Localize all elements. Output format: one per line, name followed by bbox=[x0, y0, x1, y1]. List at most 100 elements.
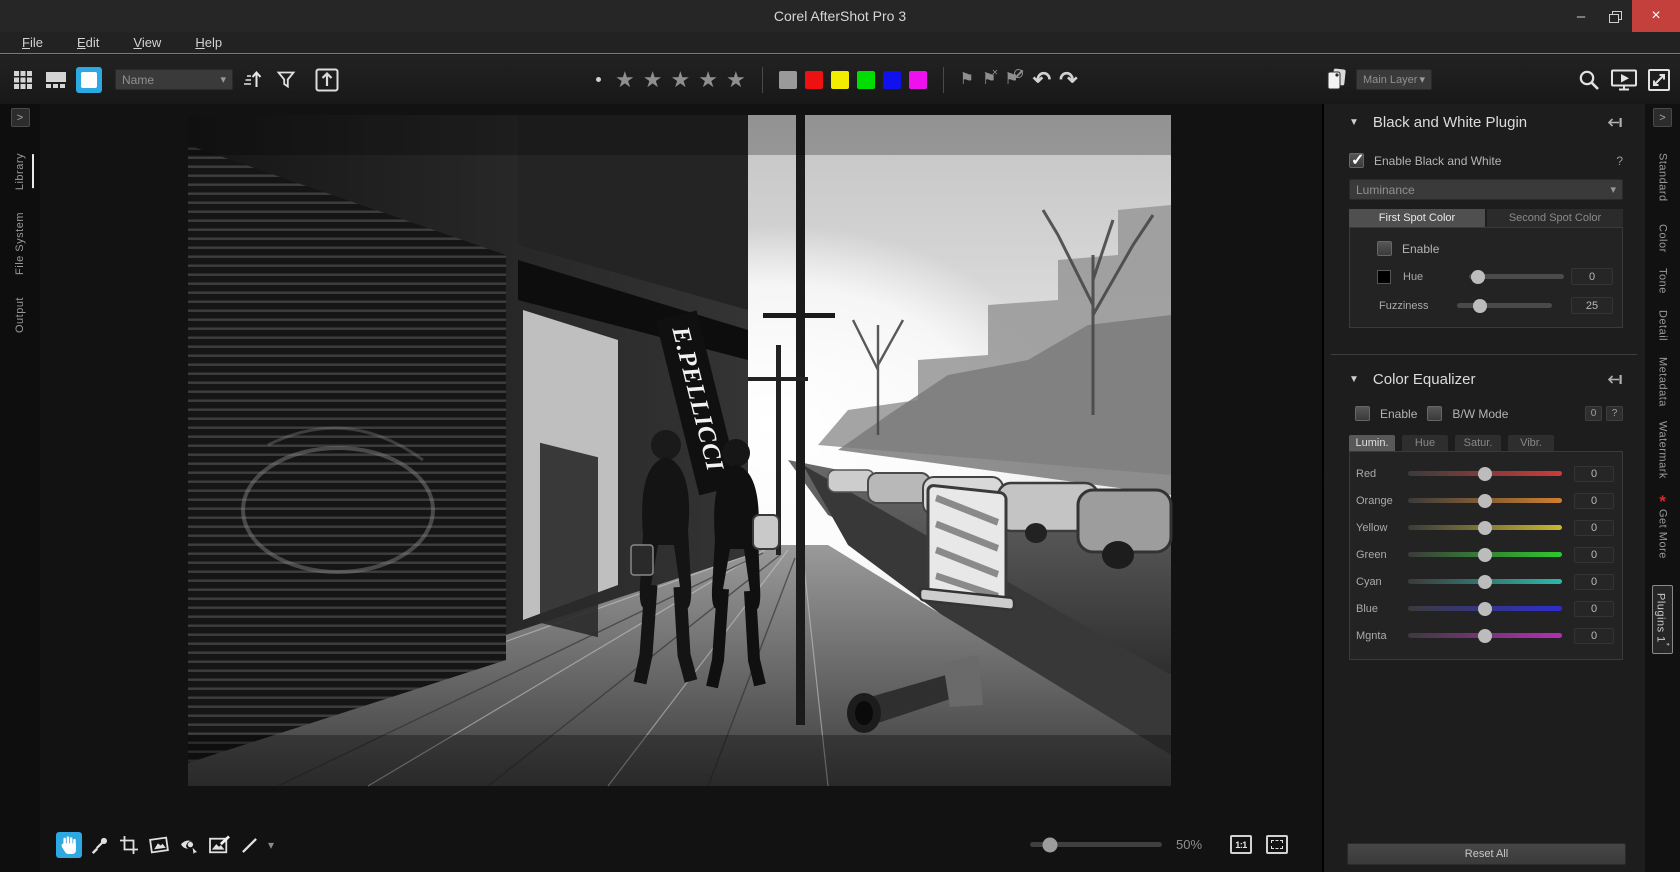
single-image-view-button[interactable] bbox=[76, 67, 102, 93]
eq-cyan-slider[interactable] bbox=[1408, 579, 1562, 584]
spot-enable-checkbox[interactable] bbox=[1377, 241, 1392, 256]
eq-red-handle[interactable] bbox=[1478, 467, 1492, 481]
menu-file[interactable]: File bbox=[22, 35, 43, 50]
eq-magenta-handle[interactable] bbox=[1478, 629, 1492, 643]
slideshow-icon[interactable] bbox=[1611, 69, 1637, 91]
actual-size-button[interactable]: 1:1 bbox=[1230, 835, 1252, 854]
photo-canvas[interactable]: E.PELLICCI bbox=[188, 115, 1171, 786]
panel-tab-plugins[interactable]: Plugins 1* bbox=[1652, 585, 1674, 654]
bw-mode-checkbox[interactable] bbox=[1427, 406, 1442, 421]
eq-red-value[interactable]: 0 bbox=[1574, 466, 1614, 482]
panel-tab-metadata[interactable]: Metadata bbox=[1657, 357, 1669, 407]
bw-plugin-header[interactable]: ▼ Black and White Plugin bbox=[1349, 114, 1623, 131]
crop-tool-button[interactable] bbox=[116, 832, 142, 858]
undo-button[interactable]: ↶ bbox=[1033, 69, 1051, 91]
expand-left-panel-button[interactable]: > bbox=[11, 108, 30, 127]
restore-button[interactable] bbox=[1598, 0, 1632, 32]
retouch-tool-button[interactable] bbox=[206, 832, 232, 858]
eq-yellow-handle[interactable] bbox=[1478, 521, 1492, 535]
redeye-tool-button[interactable] bbox=[176, 832, 202, 858]
label-swatch-magenta[interactable] bbox=[909, 71, 927, 89]
sort-field-dropdown[interactable]: Name ▾ bbox=[115, 69, 233, 90]
hue-color-swatch[interactable] bbox=[1377, 270, 1391, 284]
eq-yellow-slider[interactable] bbox=[1408, 525, 1562, 530]
star-rating-3[interactable]: ★ bbox=[670, 69, 690, 91]
label-swatch-yellow[interactable] bbox=[831, 71, 849, 89]
bw-help-button[interactable]: ? bbox=[1616, 154, 1623, 168]
menu-view[interactable]: View bbox=[133, 35, 161, 50]
panel-tab-tone[interactable]: Tone bbox=[1657, 268, 1669, 294]
redo-button[interactable]: ↷ bbox=[1059, 69, 1077, 91]
eq-blue-handle[interactable] bbox=[1478, 602, 1492, 616]
sidebar-tab-output[interactable]: Output bbox=[14, 297, 26, 333]
eq-green-slider[interactable] bbox=[1408, 552, 1562, 557]
bw-mode-dropdown[interactable]: Luminance ▾ bbox=[1349, 179, 1623, 200]
eq-cyan-value[interactable]: 0 bbox=[1574, 574, 1614, 590]
minimize-button[interactable]: – bbox=[1564, 0, 1598, 32]
draw-line-tool-button[interactable] bbox=[236, 832, 262, 858]
star-rating-5[interactable]: ★ bbox=[726, 69, 746, 91]
hue-value[interactable]: 0 bbox=[1571, 268, 1613, 285]
panel-tab-detail[interactable]: Detail bbox=[1657, 310, 1669, 341]
eq-green-value[interactable]: 0 bbox=[1574, 547, 1614, 563]
eq-orange-handle[interactable] bbox=[1478, 494, 1492, 508]
sidebar-tab-library[interactable]: Library bbox=[14, 153, 26, 190]
label-swatch-blue[interactable] bbox=[883, 71, 901, 89]
star-rating-2[interactable]: ★ bbox=[643, 69, 663, 91]
second-spot-color-tab[interactable]: Second Spot Color bbox=[1487, 209, 1623, 227]
zoom-slider-handle[interactable] bbox=[1042, 837, 1057, 852]
equalizer-tab-saturation[interactable]: Satur. bbox=[1455, 435, 1501, 451]
filmstrip-view-button[interactable] bbox=[43, 67, 69, 93]
fuzziness-slider[interactable] bbox=[1457, 303, 1552, 308]
reset-all-button[interactable]: Reset All bbox=[1347, 843, 1626, 865]
eq-cyan-handle[interactable] bbox=[1478, 575, 1492, 589]
fuzziness-slider-handle[interactable] bbox=[1473, 299, 1487, 313]
eq-blue-value[interactable]: 0 bbox=[1574, 601, 1614, 617]
flag-reject-button[interactable]: ⚑✕ bbox=[982, 72, 996, 88]
clear-rating-dot[interactable] bbox=[596, 77, 601, 82]
panel-tab-watermark[interactable]: Watermark bbox=[1657, 421, 1669, 479]
pin-panel-icon[interactable] bbox=[1607, 374, 1623, 385]
panel-tab-get-more[interactable]: Get More bbox=[1657, 509, 1669, 559]
hue-slider-handle[interactable] bbox=[1471, 270, 1485, 284]
image-canvas[interactable]: E.PELLICCI bbox=[40, 104, 1322, 872]
panel-tab-standard[interactable]: Standard bbox=[1657, 153, 1669, 202]
equalizer-tab-luminance[interactable]: Lumin. bbox=[1349, 435, 1395, 451]
eq-blue-slider[interactable] bbox=[1408, 606, 1562, 611]
search-icon[interactable] bbox=[1578, 69, 1600, 91]
eq-magenta-value[interactable]: 0 bbox=[1574, 628, 1614, 644]
first-spot-color-tab[interactable]: First Spot Color bbox=[1349, 209, 1485, 227]
pin-panel-icon[interactable] bbox=[1607, 117, 1623, 128]
export-button[interactable] bbox=[314, 67, 340, 93]
fit-to-window-button[interactable] bbox=[1266, 835, 1288, 854]
fuzziness-value[interactable]: 25 bbox=[1571, 297, 1613, 314]
flag-pick-button[interactable]: ⚑ bbox=[960, 72, 974, 88]
panel-tab-color[interactable]: Color bbox=[1657, 224, 1669, 253]
label-swatch-gray[interactable] bbox=[779, 71, 797, 89]
label-swatch-red[interactable] bbox=[805, 71, 823, 89]
fullscreen-icon[interactable] bbox=[1648, 69, 1670, 91]
eq-magenta-slider[interactable] bbox=[1408, 633, 1562, 638]
label-swatch-green[interactable] bbox=[857, 71, 875, 89]
close-button[interactable]: × bbox=[1632, 0, 1680, 32]
equalizer-enable-checkbox[interactable] bbox=[1355, 406, 1370, 421]
eq-yellow-value[interactable]: 0 bbox=[1574, 520, 1614, 536]
menu-help[interactable]: Help bbox=[195, 35, 222, 50]
expand-right-panel-button[interactable]: > bbox=[1653, 108, 1672, 127]
sidebar-tab-file-system[interactable]: File System bbox=[14, 212, 26, 275]
layer-dropdown[interactable]: Main Layer ▾ bbox=[1356, 69, 1432, 90]
pan-tool-button[interactable] bbox=[56, 832, 82, 858]
star-rating-4[interactable]: ★ bbox=[698, 69, 718, 91]
menu-edit[interactable]: Edit bbox=[77, 35, 99, 50]
equalizer-tab-hue[interactable]: Hue bbox=[1402, 435, 1448, 451]
filter-button[interactable] bbox=[273, 67, 299, 93]
eq-orange-slider[interactable] bbox=[1408, 498, 1562, 503]
sort-order-button[interactable] bbox=[240, 67, 266, 93]
equalizer-badge[interactable]: 0 bbox=[1585, 406, 1602, 421]
flag-clear-button[interactable]: ⚑ bbox=[1004, 72, 1018, 88]
equalizer-tab-vibrance[interactable]: Vibr. bbox=[1508, 435, 1554, 451]
eq-red-slider[interactable] bbox=[1408, 471, 1562, 476]
eq-orange-value[interactable]: 0 bbox=[1574, 493, 1614, 509]
thumbnail-grid-view-button[interactable] bbox=[10, 67, 36, 93]
hue-slider[interactable] bbox=[1469, 274, 1564, 279]
